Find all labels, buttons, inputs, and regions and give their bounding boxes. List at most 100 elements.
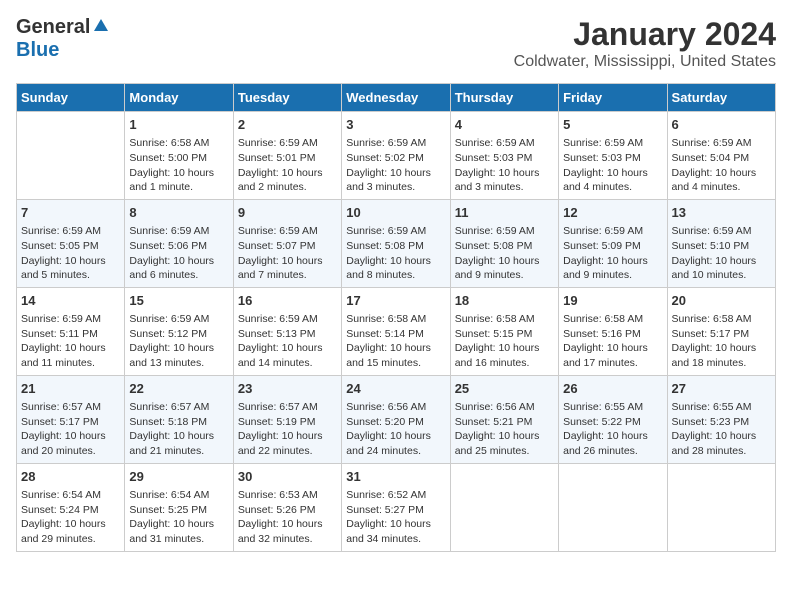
day-number: 13 <box>672 204 771 222</box>
table-row: 21Sunrise: 6:57 AMSunset: 5:17 PMDayligh… <box>17 375 125 463</box>
table-row: 30Sunrise: 6:53 AMSunset: 5:26 PMDayligh… <box>233 463 341 551</box>
day-info: Sunrise: 6:54 AMSunset: 5:24 PMDaylight:… <box>21 488 120 547</box>
table-row: 17Sunrise: 6:58 AMSunset: 5:14 PMDayligh… <box>342 287 450 375</box>
day-number: 31 <box>346 468 445 486</box>
table-row: 28Sunrise: 6:54 AMSunset: 5:24 PMDayligh… <box>17 463 125 551</box>
header-sunday: Sunday <box>17 84 125 112</box>
day-info: Sunrise: 6:55 AMSunset: 5:23 PMDaylight:… <box>672 400 771 459</box>
day-number: 27 <box>672 380 771 398</box>
day-info: Sunrise: 6:59 AMSunset: 5:12 PMDaylight:… <box>129 312 228 371</box>
day-number: 18 <box>455 292 554 310</box>
day-info: Sunrise: 6:58 AMSunset: 5:14 PMDaylight:… <box>346 312 445 371</box>
title-block: January 2024 Coldwater, Mississippi, Uni… <box>514 16 776 71</box>
calendar-title: January 2024 <box>514 16 776 53</box>
day-number: 8 <box>129 204 228 222</box>
calendar-week-row: 28Sunrise: 6:54 AMSunset: 5:24 PMDayligh… <box>17 463 776 551</box>
day-info: Sunrise: 6:59 AMSunset: 5:03 PMDaylight:… <box>455 136 554 195</box>
day-number: 19 <box>563 292 662 310</box>
table-row: 25 Sunrise: 6:56 AMSunset: 5:21 PMDayligh… <box>450 375 558 463</box>
day-info: Sunrise: 6:55 AMSunset: 5:22 PMDaylight:… <box>563 400 662 459</box>
table-row: 29 Sunrise: 6:54 AMSunset: 5:25 PMDayligh… <box>125 463 233 551</box>
table-row: 18Sunrise: 6:58 AMSunset: 5:15 PMDayligh… <box>450 287 558 375</box>
calendar-week-row: 21Sunrise: 6:57 AMSunset: 5:17 PMDayligh… <box>17 375 776 463</box>
table-row: 23Sunrise: 6:57 AMSunset: 5:19 PMDayligh… <box>233 375 341 463</box>
header-friday: Friday <box>559 84 667 112</box>
day-info: Sunrise: 6:58 AMSunset: 5:16 PMDaylight:… <box>563 312 662 371</box>
day-info: Sunrise: 6:58 AMSunset: 5:00 PMDaylight:… <box>129 136 228 195</box>
day-info: Sunrise: 6:56 AMSunset: 5:21 PMDaylight:… <box>455 400 554 459</box>
table-row: 6 Sunrise: 6:59 AMSunset: 5:04 PMDaylight… <box>667 112 775 200</box>
day-number: 25 <box>455 380 554 398</box>
table-row: 9 Sunrise: 6:59 AMSunset: 5:07 PMDaylight… <box>233 199 341 287</box>
table-row: 31Sunrise: 6:52 AMSunset: 5:27 PMDayligh… <box>342 463 450 551</box>
calendar-subtitle: Coldwater, Mississippi, United States <box>514 53 776 71</box>
table-row: 19 Sunrise: 6:58 AMSunset: 5:16 PMDayligh… <box>559 287 667 375</box>
table-row: 26 Sunrise: 6:55 AMSunset: 5:22 PMDayligh… <box>559 375 667 463</box>
table-row <box>667 463 775 551</box>
header-tuesday: Tuesday <box>233 84 341 112</box>
table-row: 14 Sunrise: 6:59 AMSunset: 5:11 PMDayligh… <box>17 287 125 375</box>
table-row: 2 Sunrise: 6:59 AMSunset: 5:01 PMDaylight… <box>233 112 341 200</box>
table-row: 22 Sunrise: 6:57 AMSunset: 5:18 PMDayligh… <box>125 375 233 463</box>
day-info: Sunrise: 6:59 AMSunset: 5:08 PMDaylight:… <box>455 224 554 283</box>
table-row <box>17 112 125 200</box>
day-number: 7 <box>21 204 120 222</box>
table-row: 27 Sunrise: 6:55 AMSunset: 5:23 PMDayligh… <box>667 375 775 463</box>
day-info: Sunrise: 6:59 AMSunset: 5:05 PMDaylight:… <box>21 224 120 283</box>
table-row: 10 Sunrise: 6:59 AMSunset: 5:08 PMDayligh… <box>342 199 450 287</box>
day-info: Sunrise: 6:56 AMSunset: 5:20 PMDaylight:… <box>346 400 445 459</box>
header-wednesday: Wednesday <box>342 84 450 112</box>
logo-icon <box>92 17 110 35</box>
day-info: Sunrise: 6:59 AMSunset: 5:08 PMDaylight:… <box>346 224 445 283</box>
day-number: 9 <box>238 204 337 222</box>
day-number: 15 <box>129 292 228 310</box>
day-info: Sunrise: 6:59 AMSunset: 5:07 PMDaylight:… <box>238 224 337 283</box>
day-info: Sunrise: 6:57 AMSunset: 5:18 PMDaylight:… <box>129 400 228 459</box>
day-info: Sunrise: 6:59 AMSunset: 5:11 PMDaylight:… <box>21 312 120 371</box>
day-number: 5 <box>563 116 662 134</box>
day-number: 24 <box>346 380 445 398</box>
day-number: 20 <box>672 292 771 310</box>
table-row: 5 Sunrise: 6:59 AMSunset: 5:03 PMDaylight… <box>559 112 667 200</box>
day-number: 1 <box>129 116 228 134</box>
day-info: Sunrise: 6:54 AMSunset: 5:25 PMDaylight:… <box>129 488 228 547</box>
day-number: 4 <box>455 116 554 134</box>
table-row: 1 Sunrise: 6:58 AMSunset: 5:00 PMDaylight… <box>125 112 233 200</box>
header-saturday: Saturday <box>667 84 775 112</box>
logo: General Blue <box>16 16 110 62</box>
calendar-table: Sunday Monday Tuesday Wednesday Thursday… <box>16 83 776 552</box>
day-info: Sunrise: 6:57 AMSunset: 5:19 PMDaylight:… <box>238 400 337 459</box>
day-number: 12 <box>563 204 662 222</box>
table-row: 13 Sunrise: 6:59 AMSunset: 5:10 PMDayligh… <box>667 199 775 287</box>
table-row: 8 Sunrise: 6:59 AMSunset: 5:06 PMDaylight… <box>125 199 233 287</box>
day-number: 10 <box>346 204 445 222</box>
table-row: 12Sunrise: 6:59 AMSunset: 5:09 PMDayligh… <box>559 199 667 287</box>
day-number: 21 <box>21 380 120 398</box>
table-row: 16Sunrise: 6:59 AMSunset: 5:13 PMDayligh… <box>233 287 341 375</box>
day-info: Sunrise: 6:59 AMSunset: 5:13 PMDaylight:… <box>238 312 337 371</box>
header-thursday: Thursday <box>450 84 558 112</box>
day-number: 14 <box>21 292 120 310</box>
day-number: 6 <box>672 116 771 134</box>
day-info: Sunrise: 6:59 AMSunset: 5:06 PMDaylight:… <box>129 224 228 283</box>
table-row: 24 Sunrise: 6:56 AMSunset: 5:20 PMDayligh… <box>342 375 450 463</box>
page-header: General Blue January 2024 Coldwater, Mis… <box>16 16 776 71</box>
day-number: 2 <box>238 116 337 134</box>
table-row <box>559 463 667 551</box>
day-number: 30 <box>238 468 337 486</box>
day-number: 29 <box>129 468 228 486</box>
day-number: 22 <box>129 380 228 398</box>
table-row: 7 Sunrise: 6:59 AMSunset: 5:05 PMDaylight… <box>17 199 125 287</box>
day-info: Sunrise: 6:59 AMSunset: 5:01 PMDaylight:… <box>238 136 337 195</box>
table-row: 3Sunrise: 6:59 AMSunset: 5:02 PMDaylight… <box>342 112 450 200</box>
day-info: Sunrise: 6:59 AMSunset: 5:03 PMDaylight:… <box>563 136 662 195</box>
logo-general-text: General <box>16 16 90 39</box>
day-number: 3 <box>346 116 445 134</box>
day-info: Sunrise: 6:59 AMSunset: 5:10 PMDaylight:… <box>672 224 771 283</box>
day-info: Sunrise: 6:59 AMSunset: 5:04 PMDaylight:… <box>672 136 771 195</box>
day-number: 26 <box>563 380 662 398</box>
calendar-week-row: 14 Sunrise: 6:59 AMSunset: 5:11 PMDayligh… <box>17 287 776 375</box>
table-row <box>450 463 558 551</box>
table-row: 4 Sunrise: 6:59 AMSunset: 5:03 PMDaylight… <box>450 112 558 200</box>
header-monday: Monday <box>125 84 233 112</box>
